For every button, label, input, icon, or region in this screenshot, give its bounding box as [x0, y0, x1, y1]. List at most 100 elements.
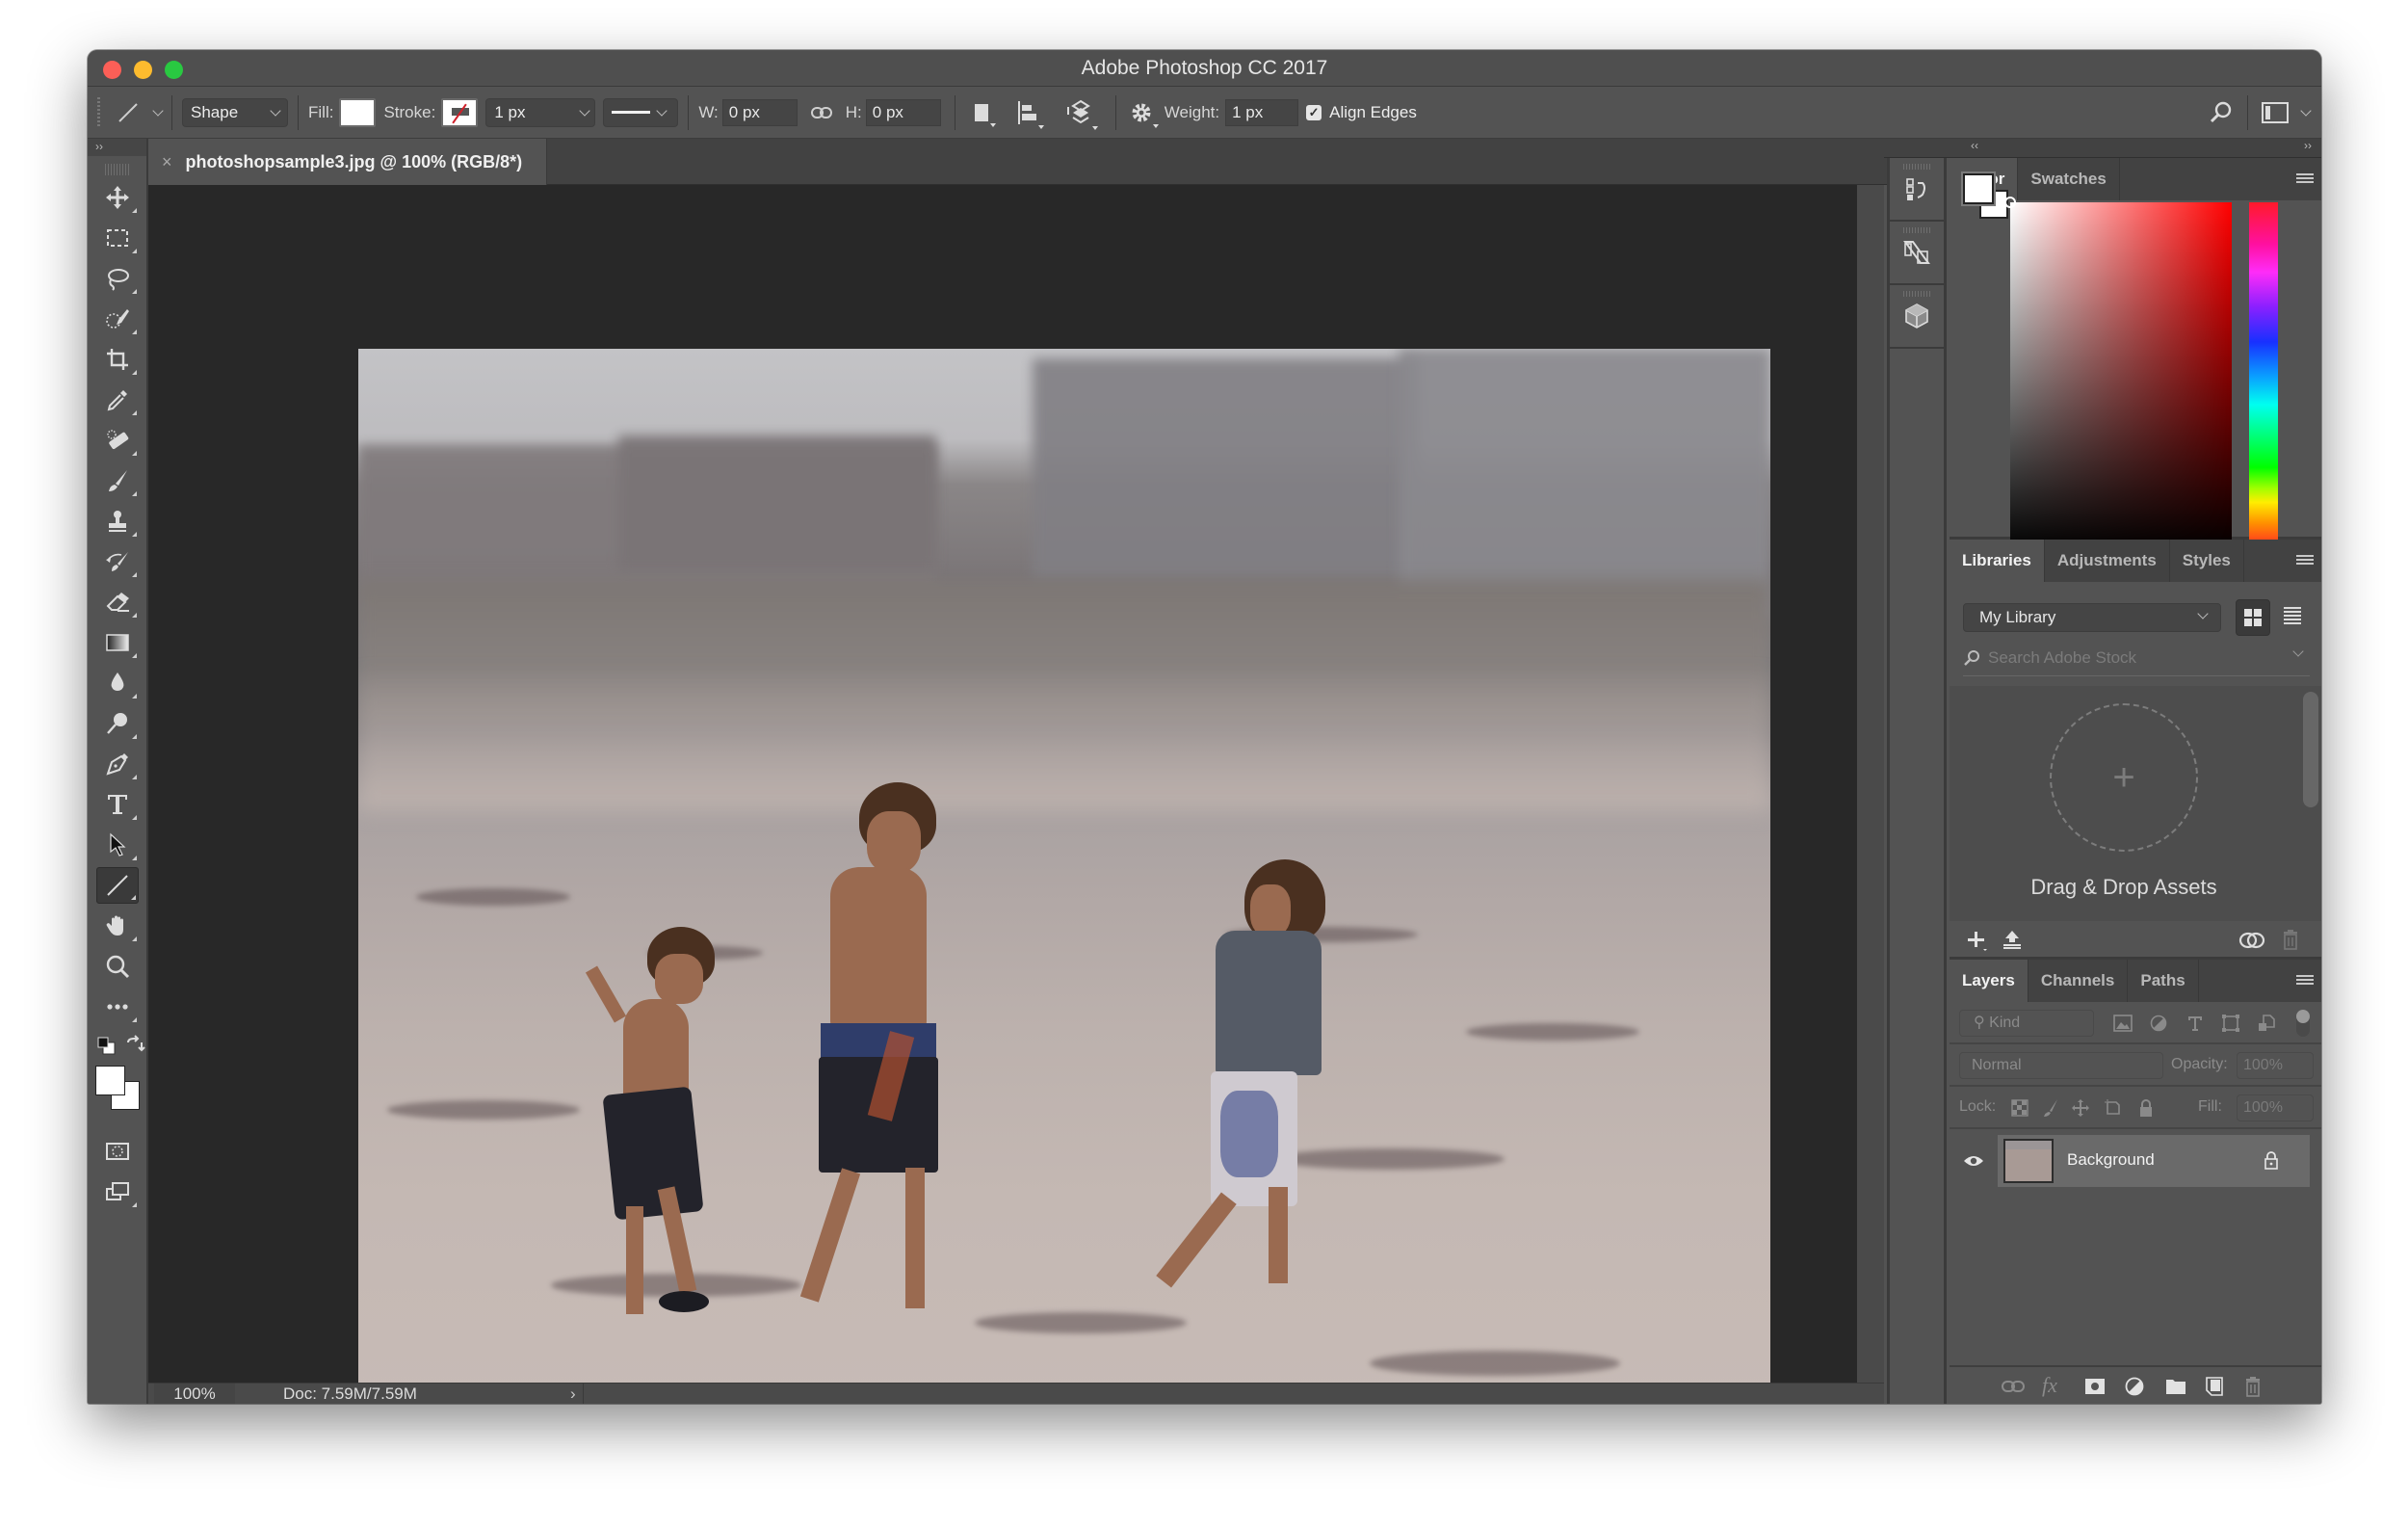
adjustment-layer-icon[interactable] — [2125, 1377, 2144, 1396]
new-group-icon[interactable] — [2165, 1378, 2186, 1395]
library-select[interactable]: My Library — [1963, 603, 2221, 632]
canvas-vertical-scrollbar[interactable] — [1857, 185, 1884, 1383]
lock-artboard-icon[interactable] — [2104, 1098, 2123, 1118]
status-menu-arrow[interactable]: › — [570, 1384, 576, 1404]
width-field[interactable]: 0 px — [721, 98, 798, 126]
swap-colors-icon[interactable] — [124, 1035, 145, 1056]
collapse-panels-button[interactable]: ›› — [2304, 139, 2312, 152]
align-edges-checkbox[interactable]: ✓ — [1306, 104, 1322, 120]
tab-paths[interactable]: Paths — [2128, 960, 2199, 1002]
blend-mode-select[interactable]: Normal — [1959, 1052, 2163, 1079]
library-scrollbar[interactable] — [2303, 692, 2318, 807]
link-layers-icon[interactable] — [2002, 1380, 2025, 1393]
type-tool[interactable] — [96, 786, 139, 823]
stroke-swatch[interactable] — [441, 97, 479, 127]
library-drop-area[interactable]: + Drag & Drop Assets — [1950, 686, 2321, 921]
opacity-field[interactable]: 100% — [2237, 1052, 2314, 1079]
line-tool[interactable] — [95, 867, 139, 904]
weight-field[interactable]: 1 px — [1225, 98, 1299, 126]
clone-stamp-tool[interactable] — [96, 503, 139, 540]
brush-tool[interactable] — [96, 462, 139, 499]
blur-tool[interactable] — [96, 665, 139, 701]
panel-menu-icon[interactable] — [2296, 173, 2314, 185]
color-picker-handle[interactable] — [2004, 197, 2016, 208]
lock-pixels-icon[interactable] — [2042, 1098, 2059, 1118]
delete-layer-icon[interactable] — [2244, 1376, 2262, 1397]
tools-panel-grip[interactable] — [105, 164, 129, 175]
lock-all-icon[interactable] — [2138, 1098, 2154, 1118]
quick-mask-button[interactable] — [96, 1133, 139, 1170]
creative-cloud-icon[interactable] — [2238, 930, 2265, 951]
lock-transparent-icon[interactable] — [2011, 1099, 2028, 1117]
tab-adjustments[interactable]: Adjustments — [2045, 540, 2170, 582]
panel-menu-icon[interactable] — [2296, 555, 2314, 567]
filter-toggle[interactable] — [2296, 1010, 2310, 1037]
search-icon[interactable] — [2209, 100, 2234, 125]
crop-tool[interactable] — [96, 341, 139, 378]
path-selection-tool[interactable] — [96, 827, 139, 863]
close-tab-icon[interactable]: × — [162, 152, 172, 172]
tab-channels[interactable]: Channels — [2028, 960, 2129, 1002]
screen-mode-button[interactable] — [96, 1173, 139, 1210]
type-layer-filter-icon[interactable] — [2186, 1015, 2204, 1032]
eyedropper-tool[interactable] — [96, 382, 139, 418]
path-operations-icon[interactable] — [973, 102, 996, 127]
drop-target[interactable]: + — [2050, 703, 2198, 852]
fx-icon[interactable]: fx — [2042, 1373, 2057, 1398]
smart-object-filter-icon[interactable] — [2258, 1015, 2275, 1032]
path-alignment-icon[interactable] — [1017, 100, 1044, 129]
fill-swatch[interactable] — [339, 97, 377, 127]
hand-tool[interactable] — [96, 908, 139, 944]
stroke-type-select[interactable] — [603, 97, 679, 127]
zoom-level-field[interactable]: 100% — [154, 1384, 235, 1404]
pen-tool[interactable] — [96, 746, 139, 782]
chevron-down-icon[interactable] — [2300, 105, 2312, 117]
marquee-tool[interactable] — [96, 220, 139, 256]
link-dimensions-icon[interactable] — [810, 106, 832, 119]
tools-collapse-button[interactable]: ›› — [88, 139, 146, 156]
add-content-icon[interactable] — [1965, 929, 1988, 952]
chevron-down-icon[interactable] — [2292, 646, 2304, 657]
lock-position-icon[interactable] — [2071, 1098, 2090, 1118]
document-image[interactable] — [358, 349, 1770, 1404]
clone-source-panel-button[interactable] — [1890, 222, 1944, 285]
tool-preset-picker[interactable] — [116, 100, 164, 125]
pixel-layer-filter-icon[interactable] — [2113, 1015, 2133, 1032]
close-window-button[interactable] — [103, 61, 121, 79]
add-mask-icon[interactable] — [2084, 1378, 2106, 1395]
list-view-icon[interactable] — [2284, 607, 2301, 624]
stock-search-input[interactable]: Search Adobe Stock — [1963, 640, 2310, 676]
tab-layers[interactable]: Layers — [1950, 960, 2028, 1002]
color-panel-foreground-swatch[interactable] — [1961, 171, 1996, 206]
tool-mode-select[interactable]: Shape — [182, 97, 288, 127]
document-tab[interactable]: × photoshopsample3.jpg @ 100% (RGB/8*) — [148, 139, 547, 185]
maximize-window-button[interactable] — [165, 61, 183, 79]
eye-icon[interactable] — [1963, 1153, 1984, 1169]
healing-brush-tool[interactable] — [96, 422, 139, 459]
edit-toolbar[interactable] — [96, 989, 139, 1025]
adjustment-layer-filter-icon[interactable] — [2150, 1015, 2167, 1032]
filter-kind-select[interactable]: ⚲ Kind — [1959, 1010, 2094, 1037]
new-layer-icon[interactable] — [2206, 1377, 2223, 1396]
collapse-icons-button[interactable]: ‹‹ — [1971, 139, 1978, 152]
tab-libraries[interactable]: Libraries — [1950, 540, 2045, 582]
minimize-window-button[interactable] — [134, 61, 152, 79]
quick-selection-tool[interactable] — [96, 301, 139, 337]
path-arrangement-icon[interactable] — [1065, 99, 1098, 130]
move-tool[interactable] — [96, 179, 139, 216]
height-field[interactable]: 0 px — [865, 98, 941, 126]
canvas-area[interactable] — [148, 185, 1857, 1404]
eraser-tool[interactable] — [96, 584, 139, 620]
fill-field[interactable]: 100% — [2237, 1094, 2314, 1121]
3d-panel-button[interactable] — [1890, 285, 1944, 349]
grid-view-button[interactable] — [2236, 599, 2270, 636]
stroke-width-field[interactable]: 1 px — [485, 97, 596, 127]
dodge-tool[interactable] — [96, 705, 139, 742]
hue-slider[interactable] — [2249, 202, 2278, 551]
foreground-color-swatch[interactable] — [95, 1066, 125, 1095]
tab-styles[interactable]: Styles — [2170, 540, 2244, 582]
saturation-brightness-field[interactable] — [2004, 197, 2232, 551]
panel-menu-icon[interactable] — [2296, 975, 2314, 987]
gradient-tool[interactable] — [96, 624, 139, 661]
history-brush-tool[interactable] — [96, 543, 139, 580]
